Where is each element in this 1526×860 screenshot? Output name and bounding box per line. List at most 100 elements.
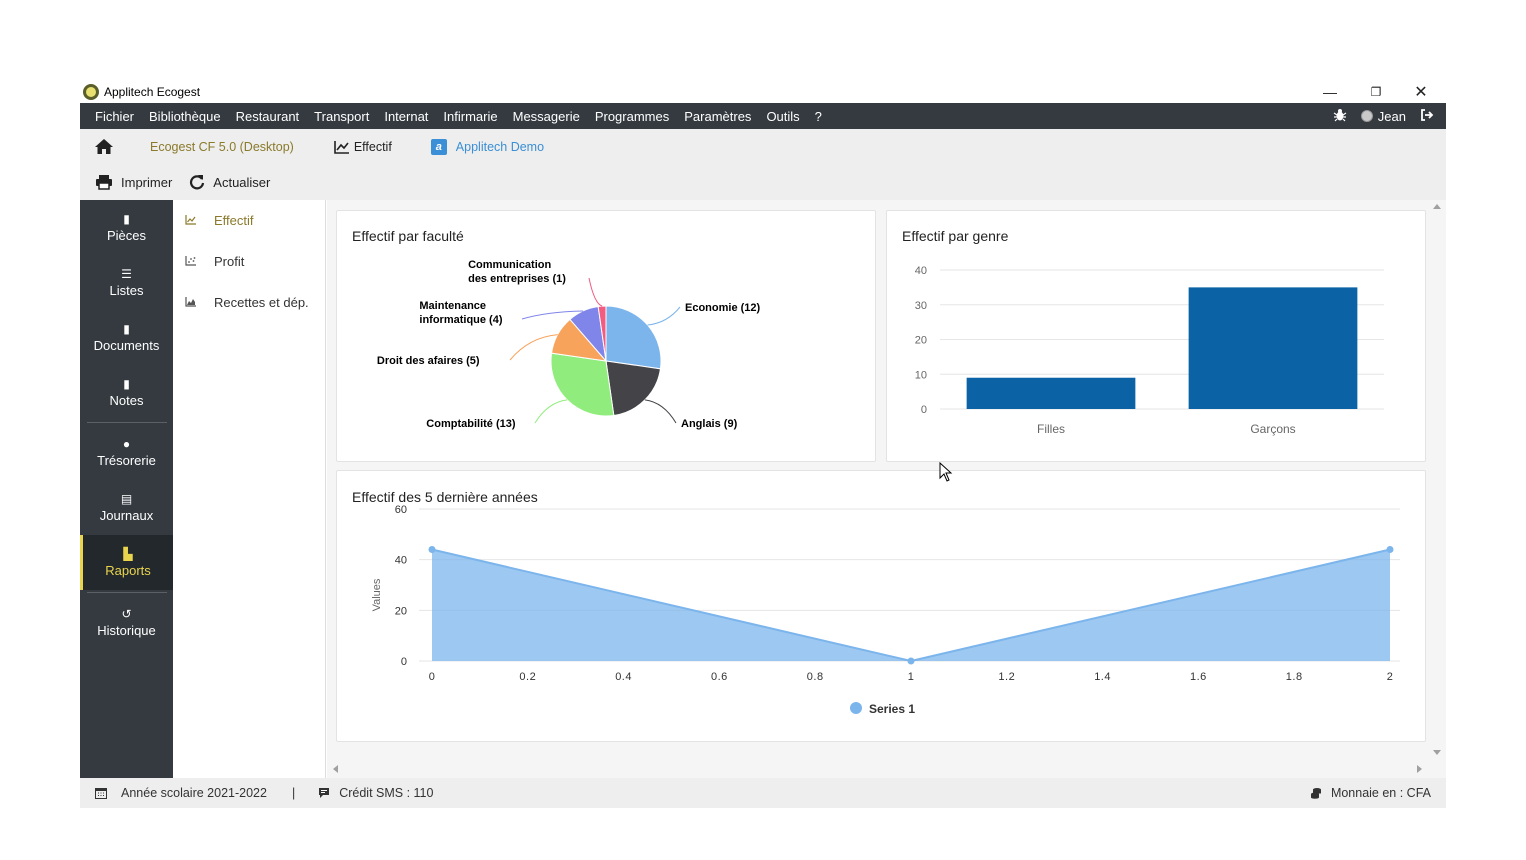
sidebar-item-label: Historique (97, 623, 156, 638)
pie-label: Anglais (9) (681, 418, 738, 430)
currency-indicator: Monnaie en : CFA (1310, 778, 1431, 808)
user-name: Jean (1377, 108, 1406, 124)
sidebar-item-journaux[interactable]: ▤ Journaux (80, 480, 173, 535)
file-icon: ▮ (123, 212, 130, 226)
menu-restaurant[interactable]: Restaurant (228, 109, 307, 124)
y-tick-label: 0 (401, 656, 407, 668)
refresh-icon (190, 175, 205, 190)
refresh-button[interactable]: Actualiser (189, 174, 270, 190)
legend-label: Series 1 (869, 702, 915, 716)
sidebar-item-label: Notes (109, 393, 144, 408)
sidebar-item-label: Journaux (99, 508, 154, 523)
home-icon[interactable] (94, 138, 114, 155)
sidebar-item-documents[interactable]: ▮ Documents (80, 310, 173, 365)
menu-programmes[interactable]: Programmes (587, 109, 676, 124)
subnav-item-effectif[interactable]: Effectif (173, 200, 325, 241)
sidebar-divider (86, 422, 167, 423)
x-tick-label: 0 (429, 671, 436, 683)
history-icon: ↺ (121, 607, 132, 621)
printer-icon (96, 175, 112, 190)
print-button[interactable]: Imprimer (95, 174, 172, 190)
status-bar: Année scolaire 2021-2022 | Crédit SMS : … (80, 778, 1446, 808)
menu-transport[interactable]: Transport (307, 109, 377, 124)
calendar-icon (95, 787, 107, 799)
journal-icon: ▤ (120, 492, 133, 506)
sidebar-item-listes[interactable]: ☰ Listes (80, 255, 173, 310)
dashboard-content: Effectif par faculté Economie (12) Anglai… (327, 200, 1446, 778)
scroll-left-icon[interactable] (333, 765, 338, 773)
menu-bibliotheque[interactable]: Bibliothèque (142, 109, 229, 124)
x-tick-label: 0.4 (615, 671, 632, 683)
pie-connector (588, 277, 603, 307)
x-tick-label: 1.4 (1094, 671, 1111, 683)
sidebar-item-label: Trésorerie (97, 453, 156, 468)
tab-effectif[interactable]: Effectif (334, 140, 392, 154)
x-tick-label: 0.2 (519, 671, 536, 683)
tab-applitech-demo[interactable]: a Applitech Demo (430, 138, 544, 155)
faculty-pie-chart: Economie (12) Anglais (9) Comptabilité (13… (377, 259, 761, 430)
menu-help[interactable]: ? (807, 109, 829, 124)
menu-fichier[interactable]: Fichier (80, 109, 142, 124)
pie-label: Economie (12) (685, 302, 761, 314)
x-tick-label: 1.6 (1190, 671, 1207, 683)
report-subnav: Effectif Profit Recettes et dép. (173, 200, 326, 778)
refresh-label: Actualiser (213, 174, 271, 190)
status-separator: | (291, 786, 296, 800)
menu-bar: Fichier Bibliothèque Restaurant Transpor… (80, 103, 1446, 129)
area-fill (432, 549, 1390, 661)
horizontal-scrollbar[interactable] (327, 760, 1428, 778)
scroll-right-icon[interactable] (1417, 765, 1422, 773)
scroll-up-icon[interactable] (1433, 204, 1441, 209)
y-tick-label: 0 (921, 404, 927, 416)
close-icon[interactable]: ✕ (1398, 80, 1444, 103)
menu-messagerie[interactable]: Messagerie (505, 109, 587, 124)
currency-label: Monnaie en : CFA (1330, 786, 1431, 800)
report-icon: ▙ (123, 547, 133, 561)
y-tick-label: 20 (915, 335, 927, 347)
menu-parametres[interactable]: Paramètres (677, 109, 759, 124)
scatter-chart-icon (185, 255, 199, 269)
sidebar-item-tresorerie[interactable]: ● Trésorerie (80, 425, 173, 480)
sms-icon (318, 787, 330, 799)
user-menu[interactable]: Jean (1360, 108, 1406, 124)
x-tick-label: 2 (1387, 671, 1394, 683)
app-version-label: Ecogest CF 5.0 (Desktop) (150, 139, 294, 154)
years-chart-card: Effectif des 5 dernière années 0 20 40 60 0 0… (336, 470, 1426, 742)
subnav-item-recettes[interactable]: Recettes et dép. (173, 282, 325, 323)
scroll-down-icon[interactable] (1433, 750, 1441, 755)
school-year-label: Année scolaire 2021-2022 (121, 786, 267, 800)
sidebar-item-label: Pièces (106, 228, 147, 243)
title-bar: Applitech Ecogest — ❐ ✕ (80, 80, 1446, 103)
menu-outils[interactable]: Outils (759, 109, 807, 124)
pie-label: Maintenance informatique (4) (419, 300, 502, 326)
logout-icon[interactable] (1420, 108, 1434, 125)
faculty-chart-card: Effectif par faculté Economie (12) Anglai… (336, 210, 876, 462)
tab-effectif-label: Effectif (353, 139, 392, 154)
data-point (428, 546, 436, 554)
applitech-logo-icon: a (430, 138, 447, 155)
print-label: Imprimer (121, 174, 173, 190)
document-icon: ▮ (123, 322, 130, 336)
sidebar-item-label: Raports (105, 563, 151, 578)
bug-icon[interactable] (1333, 108, 1347, 125)
sidebar-item-notes[interactable]: ▮ Notes (80, 365, 173, 420)
app-logo-icon (83, 83, 99, 100)
x-tick-label: 1.2 (998, 671, 1015, 683)
restore-icon[interactable]: ❐ (1353, 80, 1399, 103)
menu-internat[interactable]: Internat (377, 109, 436, 124)
minimize-icon[interactable]: — (1307, 80, 1353, 103)
coins-icon (1310, 788, 1321, 799)
subnav-item-profit[interactable]: Profit (173, 241, 325, 282)
menu-infirmarie[interactable]: Infirmarie (436, 109, 505, 124)
sidebar-item-pieces[interactable]: ▮ Pièces (80, 200, 173, 255)
avatar (1360, 110, 1373, 122)
pie-label: Comptabilité (13) (426, 418, 516, 430)
y-tick-label: 20 (395, 605, 407, 617)
data-point (907, 657, 915, 665)
vertical-scrollbar[interactable] (1428, 200, 1446, 758)
sidebar-item-raports[interactable]: ▙ Raports (80, 535, 173, 590)
bar (1188, 287, 1358, 409)
window-title: Applitech Ecogest (104, 84, 201, 99)
line-chart-icon (334, 140, 349, 154)
sidebar-item-historique[interactable]: ↺ Historique (80, 595, 173, 650)
